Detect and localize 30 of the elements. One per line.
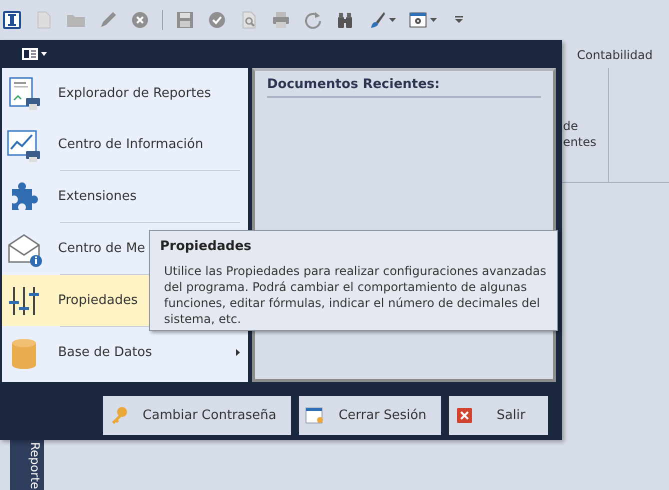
pencil-icon[interactable]	[98, 10, 118, 30]
save-icon[interactable]	[175, 10, 195, 30]
binoculars-icon[interactable]	[335, 10, 355, 30]
menu-item[interactable]: Explorador de Reportes	[2, 68, 248, 119]
menu-button[interactable]: Cerrar Sesión	[299, 396, 441, 435]
menu-button[interactable]: Salir	[449, 396, 548, 435]
section-heading: Documentos Recientes:	[267, 75, 541, 98]
caret-icon	[41, 52, 47, 56]
submenu-arrow-icon	[236, 349, 240, 356]
panel-icon	[22, 48, 38, 60]
close-icon	[455, 406, 474, 425]
menu-item[interactable]: Centro de Información	[2, 119, 248, 170]
side-tab[interactable]: Reporte	[10, 440, 44, 490]
menu-toggle-button[interactable]	[22, 48, 47, 60]
ribbon-label: de	[563, 118, 579, 134]
caret-icon[interactable]	[389, 18, 396, 22]
menu-item[interactable]: Base de Datos	[2, 327, 248, 378]
caret-icon[interactable]	[430, 18, 437, 22]
tooltip-title: Propiedades	[160, 238, 252, 256]
app-logo-icon[interactable]	[2, 10, 22, 30]
menu-item[interactable]: Extensiones	[2, 171, 248, 222]
printer-icon[interactable]	[271, 10, 291, 30]
window-settings-icon[interactable]	[408, 10, 428, 30]
cancel-icon[interactable]	[130, 10, 150, 30]
refresh-icon[interactable]	[303, 10, 323, 30]
menu-button[interactable]: Cambiar Contraseña	[103, 396, 291, 435]
check-icon[interactable]	[207, 10, 227, 30]
window-key-icon	[305, 406, 324, 425]
ribbon-label: entes	[563, 134, 598, 150]
ribbon-tab[interactable]: Contabilidad	[577, 46, 653, 64]
